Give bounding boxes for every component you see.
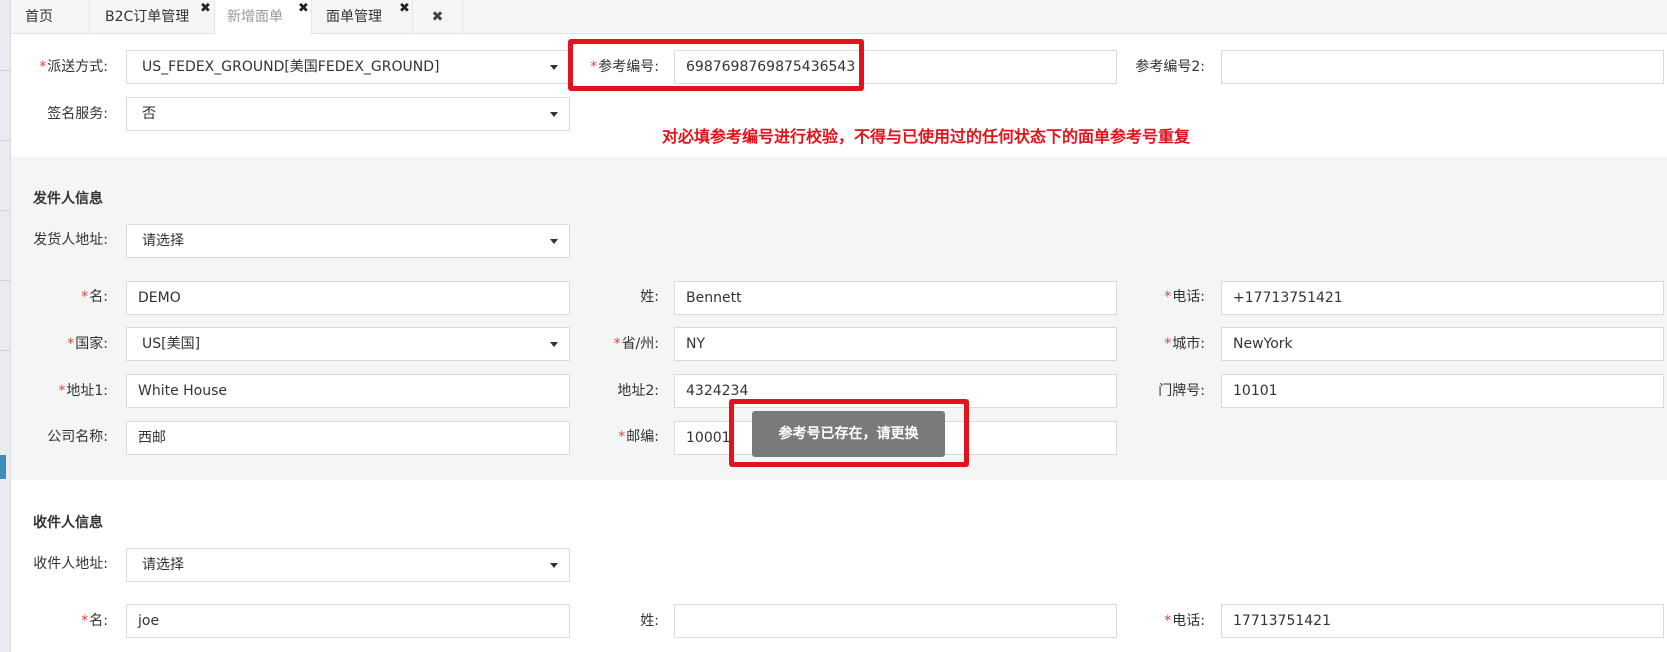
tab-bar: 首页 B2C订单管理 ✖ 新增面单 ✖ 面单管理 ✖ ✖ — [11, 0, 1667, 34]
sender-zip-label: *邮编: — [618, 429, 659, 445]
sender-section-title: 发件人信息 — [33, 191, 103, 207]
close-icon[interactable]: ✖ — [200, 0, 211, 26]
sender-address1-input[interactable]: White House — [126, 374, 570, 408]
annotation-highlight-toast — [729, 399, 969, 467]
sender-city-input[interactable]: NewYork — [1221, 327, 1664, 361]
caret-down-icon — [550, 563, 558, 568]
sender-door-number-label: 门牌号: — [1158, 383, 1205, 399]
receiver-last-name-input[interactable] — [674, 604, 1117, 638]
receiver-phone-label: *电话: — [1164, 613, 1205, 629]
receiver-phone-input[interactable]: 17713751421 — [1221, 604, 1664, 638]
sender-country-select[interactable]: US[美国] — [126, 327, 570, 361]
tab-home[interactable]: 首页 — [11, 0, 90, 34]
sidebar-divider — [0, 350, 11, 351]
tab-b2c-orders[interactable]: B2C订单管理 ✖ — [90, 0, 215, 34]
sidebar-divider — [0, 210, 11, 211]
signature-service-label: 签名服务: — [47, 106, 108, 122]
tab-new-waybill[interactable]: 新增面单 ✖ — [215, 0, 312, 34]
sidebar-active-marker — [0, 455, 6, 479]
tab-waybill-manage[interactable]: 面单管理 ✖ — [312, 0, 413, 34]
delivery-method-select[interactable]: US_FEDEX_GROUND[美国FEDEX_GROUND] — [126, 50, 570, 84]
sender-phone-input[interactable]: +17713751421 — [1221, 281, 1664, 315]
receiver-address-select[interactable]: 请选择 — [126, 548, 570, 582]
sidebar-divider — [0, 70, 11, 71]
close-all-tabs-button[interactable]: ✖ — [413, 0, 463, 34]
delivery-method-label: *派送方式: — [39, 59, 108, 75]
sidebar-divider — [0, 280, 11, 281]
sidebar-divider — [0, 140, 11, 141]
signature-service-select[interactable]: 否 — [126, 97, 570, 131]
tab-label: 首页 — [25, 9, 53, 25]
sender-city-label: *城市: — [1164, 336, 1205, 352]
tab-label: B2C订单管理 — [105, 9, 190, 25]
sender-address2-label: 地址2: — [617, 383, 659, 399]
receiver-first-name-label: *名: — [81, 613, 108, 629]
sender-address-label: 发货人地址: — [33, 232, 108, 248]
reference-number2-input[interactable] — [1221, 50, 1664, 84]
receiver-last-name-label: 姓: — [640, 613, 659, 629]
sender-state-label: *省/州: — [613, 336, 659, 352]
sender-last-name-input[interactable]: Bennett — [674, 281, 1117, 315]
receiver-section-title: 收件人信息 — [33, 515, 103, 531]
receiver-address-label: 收件人地址: — [33, 556, 108, 572]
sender-address1-label: *地址1: — [58, 383, 108, 399]
sender-first-name-label: *名: — [81, 289, 108, 305]
sender-company-input[interactable]: 西邮 — [126, 421, 570, 455]
sender-door-number-input[interactable]: 10101 — [1221, 374, 1664, 408]
tab-label: 新增面单 — [227, 9, 283, 25]
caret-down-icon — [550, 112, 558, 117]
reference-number2-label: 参考编号2: — [1135, 59, 1205, 75]
tab-label: 面单管理 — [326, 9, 382, 25]
sender-first-name-input[interactable]: DEMO — [126, 281, 570, 315]
sender-country-label: *国家: — [67, 336, 108, 352]
close-icon[interactable]: ✖ — [298, 0, 309, 26]
caret-down-icon — [550, 342, 558, 347]
caret-down-icon — [550, 65, 558, 70]
sender-state-input[interactable]: NY — [674, 327, 1117, 361]
annotation-highlight-reference — [568, 39, 864, 91]
caret-down-icon — [550, 239, 558, 244]
sender-last-name-label: 姓: — [640, 289, 659, 305]
receiver-first-name-input[interactable]: joe — [126, 604, 570, 638]
sender-address-select[interactable]: 请选择 — [126, 224, 570, 258]
sender-company-label: 公司名称: — [47, 429, 108, 445]
sidebar-strip — [0, 0, 11, 652]
close-icon[interactable]: ✖ — [399, 0, 410, 26]
annotation-note: 对必填参考编号进行校验，不得与已使用过的任何状态下的面单参考号重复 — [662, 127, 1191, 146]
sender-phone-label: *电话: — [1164, 289, 1205, 305]
